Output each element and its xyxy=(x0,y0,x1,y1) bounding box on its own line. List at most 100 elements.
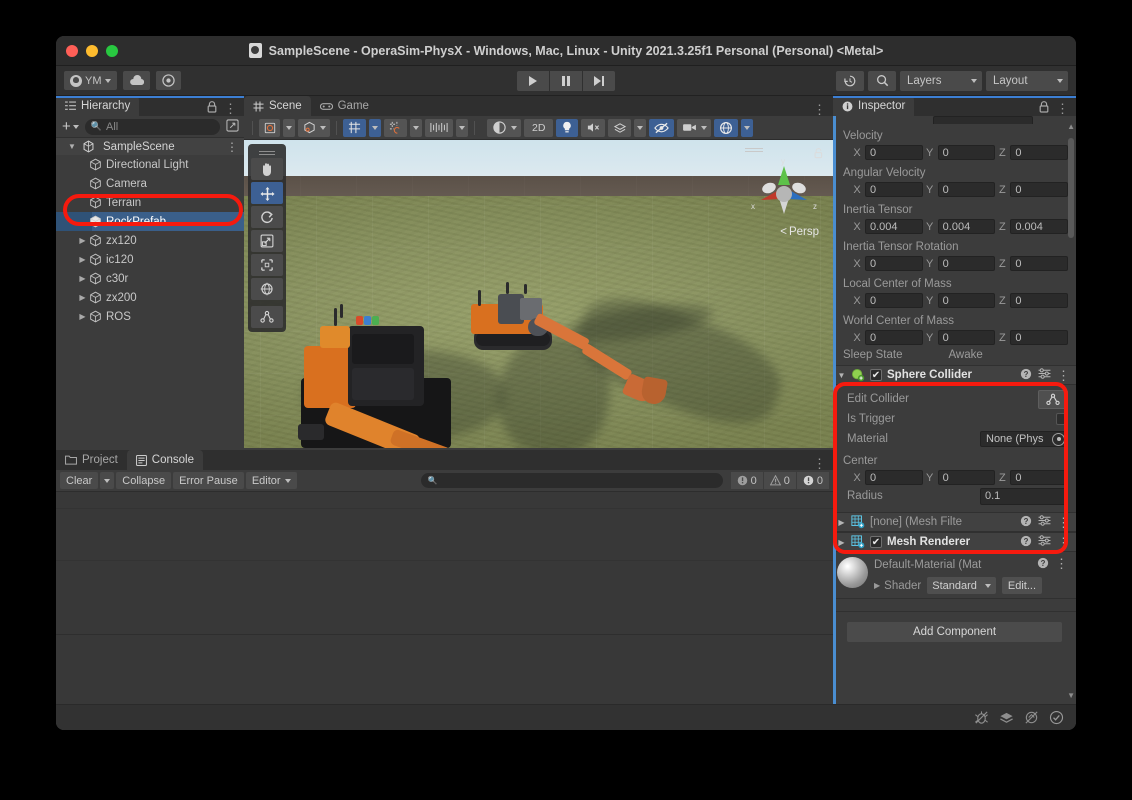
draw-mode-button[interactable] xyxy=(259,118,280,137)
kebab-menu-icon[interactable]: ⋮ xyxy=(1057,516,1070,529)
preset-icon[interactable] xyxy=(1038,368,1051,382)
scroll-up-arrow-icon[interactable]: ▲ xyxy=(1067,122,1075,131)
window-controls[interactable] xyxy=(66,45,118,57)
play-button[interactable] xyxy=(517,70,549,91)
kebab-menu-icon[interactable]: ⋮ xyxy=(226,140,244,154)
kebab-menu-icon[interactable]: ⋮ xyxy=(224,102,237,115)
hierarchy-item-ros[interactable]: ▶ ROS xyxy=(56,307,244,326)
tab-project[interactable]: Project xyxy=(56,450,127,470)
chevron-right-icon[interactable]: ▶ xyxy=(837,538,846,547)
rotate-tool-button[interactable] xyxy=(251,206,283,228)
physic-material-field[interactable]: None (Phys xyxy=(980,431,1068,447)
help-icon[interactable]: ? xyxy=(1020,368,1032,383)
grid-snap-dropdown[interactable] xyxy=(369,118,381,137)
radius-field[interactable]: 0.1 xyxy=(980,487,1068,505)
clear-dropdown[interactable] xyxy=(100,472,115,489)
hierarchy-item-camera[interactable]: Camera xyxy=(56,174,244,193)
grid-visibility-button[interactable] xyxy=(384,118,407,137)
prop-x-field[interactable]: 0.004 xyxy=(865,219,923,234)
hierarchy-item-terrain[interactable]: Terrain xyxy=(56,193,244,212)
services-button[interactable] xyxy=(155,71,181,90)
global-search-button[interactable] xyxy=(868,70,896,91)
hierarchy-item-zx120[interactable]: ▶ zx120 xyxy=(56,231,244,250)
lock-icon[interactable] xyxy=(207,101,217,116)
chevron-right-icon[interactable]: ▶ xyxy=(76,293,89,302)
hierarchy-item-rockprefab[interactable]: RockPrefab › xyxy=(56,212,244,231)
hierarchy-scene-root[interactable]: ▼ SampleScene ⋮ xyxy=(56,138,244,155)
editor-dropdown[interactable]: Editor xyxy=(245,472,297,489)
scene-visibility-button[interactable] xyxy=(649,118,675,137)
console-search-input[interactable]: 🔍 xyxy=(420,473,723,488)
warning-count[interactable]: 0 xyxy=(763,472,797,489)
help-icon[interactable]: ? xyxy=(1020,515,1032,530)
tab-scene[interactable]: Scene xyxy=(244,96,311,116)
scene-shading-button[interactable] xyxy=(487,118,521,137)
tab-hierarchy[interactable]: Hierarchy xyxy=(56,96,244,116)
scene-gizmos-button[interactable] xyxy=(714,118,739,137)
preset-icon[interactable] xyxy=(1038,515,1051,529)
hierarchy-item-ic120[interactable]: ▶ ic120 xyxy=(56,250,244,269)
chevron-right-icon[interactable]: ▶ xyxy=(837,518,846,527)
grid-size-button[interactable] xyxy=(425,118,453,137)
grid-visibility-dropdown[interactable] xyxy=(410,118,422,137)
kebab-menu-icon[interactable]: ⋮ xyxy=(1057,369,1070,382)
chevron-right-icon[interactable]: ▶ xyxy=(76,312,89,321)
tab-game[interactable]: Game xyxy=(311,96,378,116)
visibility-toggle-icon[interactable] xyxy=(224,118,240,135)
layers-stack-icon[interactable] xyxy=(999,710,1014,725)
scene-viewport[interactable]: y x z < Persp xyxy=(244,140,833,448)
chevron-right-icon[interactable]: ▶ xyxy=(76,274,89,283)
pause-button[interactable] xyxy=(550,70,582,91)
prop-x-field[interactable]: 0 xyxy=(865,256,923,271)
account-button[interactable]: YM xyxy=(64,71,117,90)
close-window-button[interactable] xyxy=(66,45,78,57)
lock-icon[interactable] xyxy=(1039,101,1049,116)
step-button[interactable] xyxy=(583,70,615,91)
prop-x-field[interactable]: 0 xyxy=(865,330,923,345)
grid-snap-button[interactable] xyxy=(343,118,366,137)
chevron-right-icon[interactable]: ▶ xyxy=(76,255,89,264)
mesh-renderer-header[interactable]: ▶ ✔ Mesh Renderer ? ⋮ xyxy=(833,532,1076,552)
center-z-field[interactable]: 0 xyxy=(1010,470,1069,485)
scene-camera-button[interactable] xyxy=(677,118,712,137)
chevron-right-icon[interactable]: ▶ xyxy=(874,581,880,590)
transform-tool-button[interactable] xyxy=(251,278,283,300)
move-tool-button[interactable] xyxy=(251,182,283,204)
scene-fx-button[interactable] xyxy=(608,118,632,137)
tab-inspector[interactable]: Inspector xyxy=(833,96,1076,116)
inspector-scrollbar[interactable] xyxy=(1068,138,1074,238)
prop-x-field[interactable]: 0 xyxy=(865,293,923,308)
custom-editor-tool-button[interactable] xyxy=(251,306,283,328)
prop-y-field[interactable]: 0 xyxy=(937,293,996,308)
hierarchy-item-zx200[interactable]: ▶ zx200 xyxy=(56,288,244,307)
scene-gizmos-dropdown[interactable] xyxy=(741,118,754,137)
scene-lighting-button[interactable] xyxy=(556,118,579,137)
prop-x-field[interactable]: 0 xyxy=(865,182,923,197)
preview-off-icon[interactable] xyxy=(1024,710,1039,725)
hand-tool-button[interactable] xyxy=(251,158,283,180)
shader-edit-button[interactable]: Edit... xyxy=(1001,577,1043,594)
prop-z-field[interactable]: 0 xyxy=(1010,145,1069,160)
rect-tool-button[interactable] xyxy=(251,254,283,276)
maximize-window-button[interactable] xyxy=(106,45,118,57)
prop-y-field[interactable]: 0 xyxy=(937,145,996,160)
prop-z-field[interactable]: 0 xyxy=(1010,293,1069,308)
tab-console[interactable]: Console xyxy=(126,450,203,470)
overlay-drag-handle[interactable] xyxy=(251,147,283,156)
collapse-button[interactable]: Collapse xyxy=(116,472,172,489)
sphere-collider-enabled-checkbox[interactable]: ✔ xyxy=(870,369,882,381)
center-y-field[interactable]: 0 xyxy=(937,470,996,485)
preset-icon[interactable] xyxy=(1038,535,1051,549)
scene-fx-dropdown[interactable] xyxy=(634,118,647,137)
scale-tool-button[interactable] xyxy=(251,230,283,252)
undo-history-button[interactable] xyxy=(836,70,864,91)
minimize-window-button[interactable] xyxy=(86,45,98,57)
grid-size-dropdown[interactable] xyxy=(456,118,468,137)
layers-dropdown[interactable]: Layers xyxy=(900,70,982,91)
help-icon[interactable]: ? xyxy=(1037,557,1049,572)
prop-z-field[interactable]: 0 xyxy=(1010,182,1069,197)
hierarchy-item-c30r[interactable]: ▶ c30r xyxy=(56,269,244,288)
kebab-menu-icon[interactable]: ⋮ xyxy=(1056,102,1069,115)
gizmo-space-button[interactable] xyxy=(298,118,330,137)
toggle-2d-button[interactable]: 2D xyxy=(524,118,554,137)
